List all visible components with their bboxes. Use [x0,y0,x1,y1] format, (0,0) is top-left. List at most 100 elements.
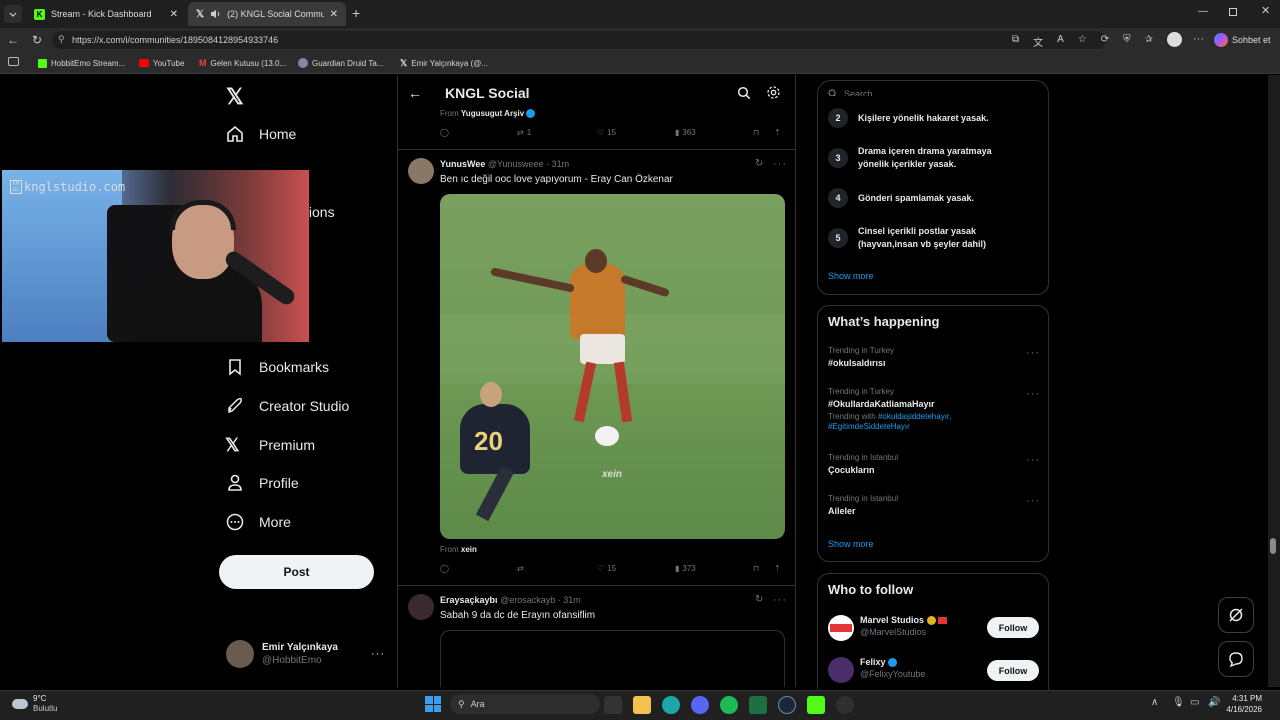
trend-more-icon[interactable]: ··· [1026,454,1040,466]
post-more-icon[interactable]: ··· [773,594,787,606]
follow-button[interactable]: Follow [987,617,1039,638]
bookmarks-menu-icon[interactable] [8,57,19,66]
post-video[interactable]: 20 xein [440,194,785,539]
shield-icon[interactable]: ⛨ [1123,34,1131,49]
close-icon[interactable]: ✕ [170,9,178,20]
sidebar-item-profile[interactable]: Profile [225,469,299,497]
avatar[interactable] [828,657,854,683]
bookmark-emir-x[interactable]: 𝕏 Emir Yalçınkaya (@... [400,56,488,70]
bookmark-youtube[interactable]: YouTube [139,56,184,70]
sidebar-item-home[interactable]: Home [225,120,296,148]
tab-kngl-social[interactable]: 𝕏 (2) KNGL Social Community / ✕ [188,2,346,26]
bookmark-gmail[interactable]: M Gelen Kutusu (13.0... [199,56,286,70]
new-tab-button[interactable]: + [352,5,360,21]
excel-icon[interactable] [749,696,767,714]
repost-button[interactable]: ⇄ 1 [517,128,531,137]
like-button[interactable]: ♡ 15 [597,564,616,573]
sidebar-item-communities-partial[interactable]: tions [305,204,335,220]
kick-app-icon[interactable] [807,696,825,714]
follow-suggestion[interactable]: Marvel Studios @MarvelStudios [860,615,948,637]
post-button[interactable]: Post [219,555,374,589]
account-more-icon[interactable]: ··· [371,648,385,660]
read-aloud-icon[interactable]: A [1057,34,1064,49]
volume-icon[interactable]: 🔊 [1208,697,1220,708]
post-time[interactable]: · 31m [558,595,581,605]
taskbar-search[interactable]: ⚲ Ara [450,694,600,714]
trend-item[interactable]: Trending in Istanbul Aileler [828,494,1038,516]
network-icon[interactable]: ▭ [1190,697,1199,708]
close-icon[interactable]: ✕ [330,9,338,20]
views-button[interactable]: ▮ 363 [675,128,696,137]
community-repost-icon[interactable]: ↻ [755,158,763,169]
trend-more-icon[interactable]: ··· [1026,347,1040,359]
post-time[interactable]: · 31m [546,159,569,169]
weather-widget[interactable]: 9°C Bulutlu [12,694,57,714]
follow-button[interactable]: Follow [987,660,1039,681]
sidebar-item-premium[interactable]: 𝕏 Premium [225,431,315,459]
gear-icon[interactable] [766,85,781,100]
post-author-handle[interactable]: @Yunusweee [488,159,544,169]
trends-show-more-link[interactable]: Show more [828,539,874,549]
post-more-icon[interactable]: ··· [773,158,787,170]
reply-button[interactable]: ◯ [440,564,449,573]
copilot-button[interactable]: Sohbet et [1214,31,1271,49]
edge-icon[interactable] [662,696,680,714]
trend-item[interactable]: Trending in Turkey #OkullardaKatliamaHay… [828,387,1038,431]
minimize-button[interactable]: — [1198,6,1208,17]
favorites-icon[interactable]: ✰ [1145,34,1153,49]
avatar[interactable] [408,594,434,620]
avatar[interactable] [408,158,434,184]
site-info-icon[interactable]: ⚲ [58,34,65,45]
folder-icon[interactable] [633,696,651,714]
trend-item[interactable]: Trending in Turkey #okulsaldırısı [828,346,1038,368]
trend-more-icon[interactable]: ··· [1026,388,1040,400]
close-window-button[interactable]: ✕ [1261,4,1270,17]
bookmark-post-button[interactable]: ⊓ [753,128,759,137]
steam-icon[interactable] [778,696,796,714]
account-switcher[interactable]: Emir Yalçınkaya @HobbitEmo [226,640,338,668]
back-arrow-icon[interactable]: ← [408,85,422,101]
like-button[interactable]: ♡ 15 [597,128,616,137]
file-explorer-icon[interactable] [604,696,622,714]
url-field[interactable]: ⚲ https://x.com/i/communities/1895084128… [52,31,1106,49]
search-icon[interactable] [737,86,751,100]
reply-button[interactable]: ◯ [440,128,449,137]
microphone-icon[interactable]: 🎙 [1172,697,1185,708]
show-hidden-icons[interactable]: ∧ [1151,697,1158,708]
grok-button[interactable] [1218,597,1254,633]
restore-button[interactable] [1229,8,1237,16]
back-arrow-icon[interactable]: ← [7,33,19,47]
sidebar-item-creator-studio[interactable]: Creator Studio [225,392,349,420]
trend-item[interactable]: Trending in Istanbul Çocukların [828,453,1038,475]
sidebar-item-more[interactable]: More [225,508,291,536]
tab-actions-button[interactable] [4,5,22,23]
sidebar-item-bookmarks[interactable]: Bookmarks [225,353,329,381]
views-button[interactable]: ▮ 373 [675,564,696,573]
start-button[interactable] [425,696,441,712]
rules-show-more-link[interactable]: Show more [828,271,874,281]
post-author-name[interactable]: YunusWee [440,159,485,169]
split-screen-icon[interactable]: ⧉ [1012,34,1019,49]
post-author-name[interactable]: Eraysaçkaybı [440,595,498,605]
extensions-icon[interactable]: ⟳ [1101,34,1109,49]
profile-avatar[interactable] [1167,32,1182,47]
messages-button[interactable] [1218,641,1254,677]
speaker-icon[interactable] [210,9,221,19]
follow-suggestion[interactable]: Felixy @FelixyYoutube [860,657,925,679]
scrollbar-track[interactable] [1268,75,1280,687]
discord-icon[interactable] [691,696,709,714]
post-media[interactable] [440,630,785,687]
share-button[interactable]: ⇡ [774,128,781,137]
bookmark-guardian-druid[interactable]: Guardian Druid Ta... [298,56,383,70]
x-logo-icon[interactable]: 𝕏 [226,84,244,110]
clock[interactable]: 4:31 PM 4/16/2026 [1226,693,1262,715]
refresh-icon[interactable]: ↻ [32,33,42,47]
repost-button[interactable]: ⇄ [517,564,524,573]
share-button[interactable]: ⇡ [774,564,781,573]
post-author-handle[interactable]: @erosackayb [500,595,555,605]
bookmark-post-button[interactable]: ⊓ [753,564,759,573]
favorite-star-icon[interactable]: ☆ [1078,34,1087,49]
translate-icon[interactable]: 文 [1033,34,1043,49]
obs-icon[interactable] [836,696,854,714]
settings-more-icon[interactable]: ··· [1193,33,1204,45]
